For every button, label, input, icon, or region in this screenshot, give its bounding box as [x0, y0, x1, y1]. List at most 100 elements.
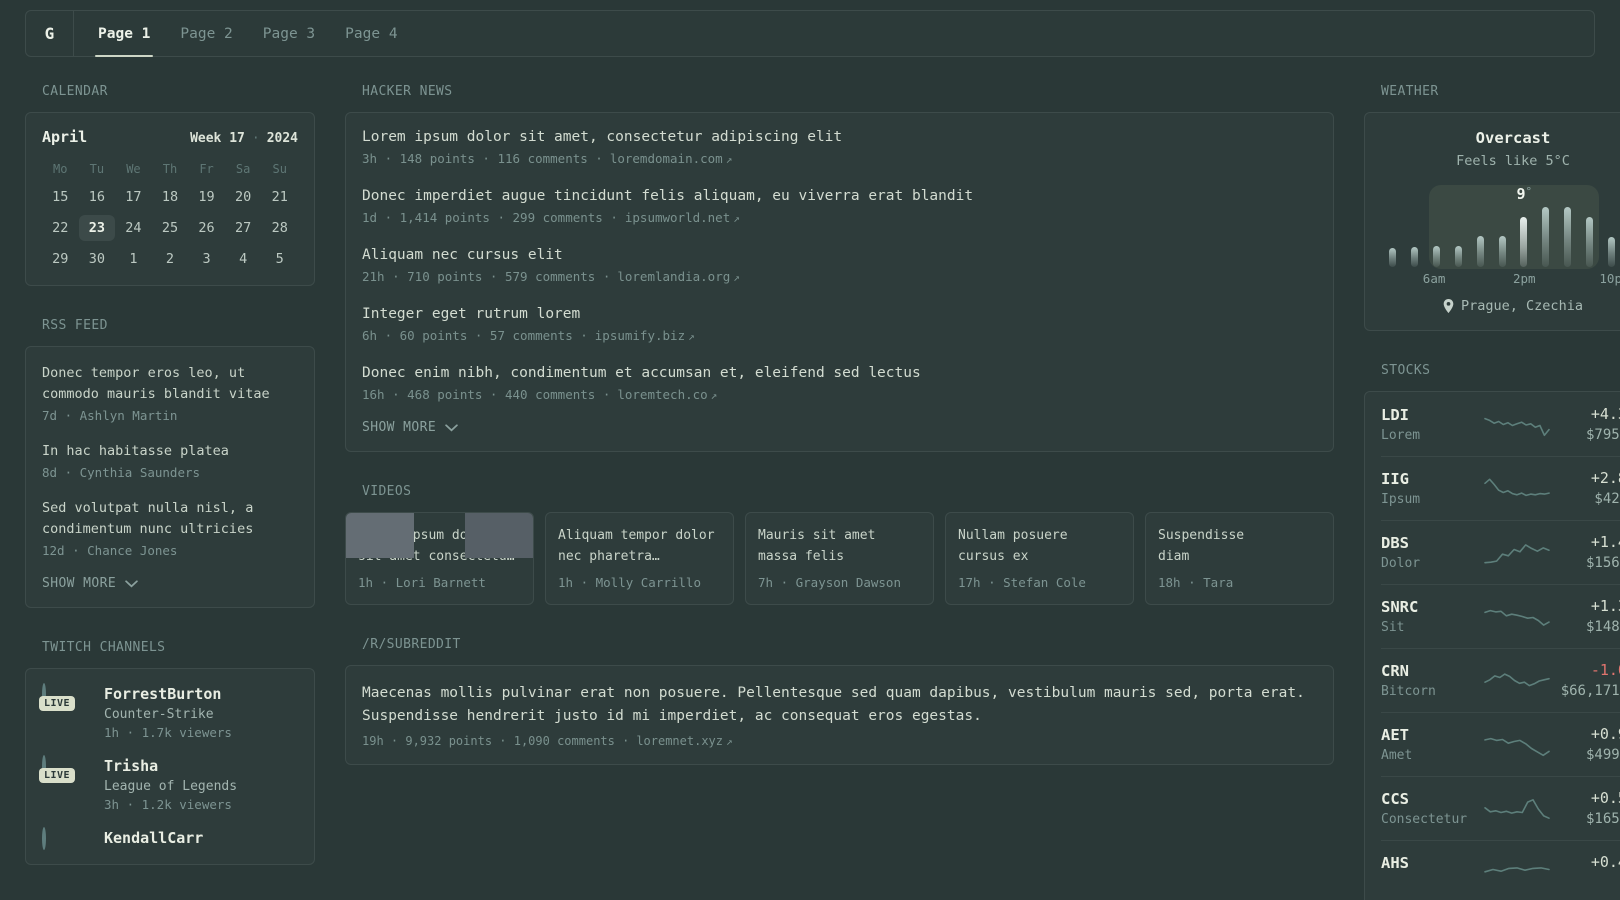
video-title[interactable]: Aliquam tempor dolor nec pharetra… [558, 525, 721, 567]
hn-item-domain: loremtech.co [617, 387, 708, 402]
hn-show-more-button[interactable]: SHOW MORE [362, 420, 458, 435]
calendar-year: 2024 [266, 131, 298, 146]
hn-item-domain-link[interactable]: loremlandia.org ↗ [617, 269, 740, 284]
calendar-day[interactable]: 17 [115, 184, 152, 210]
twitch-channel-name[interactable]: ForrestBurton [104, 685, 232, 703]
stock-row[interactable]: DBS Dolor +1.42% $156.28 [1381, 520, 1620, 584]
reddit-post-title[interactable]: Maecenas mollis pulvinar erat non posuer… [362, 682, 1317, 728]
hn-item-title[interactable]: Lorem ipsum dolor sit amet, consectetur … [362, 129, 1317, 145]
stock-change: +0.51% [1590, 789, 1620, 807]
hn-item-domain-link[interactable]: ipsumworld.net ↗ [625, 210, 740, 225]
twitch-channel-name[interactable]: KendallCarr [104, 829, 203, 847]
calendar-day[interactable]: 24 [115, 215, 152, 241]
stock-id: CCS Consectetur [1381, 790, 1485, 829]
weather-bar [1454, 246, 1462, 267]
calendar-day[interactable]: 20 [225, 184, 262, 210]
rss-item-title[interactable]: Sed volutpat nulla nisl, a condimentum n… [42, 498, 298, 540]
external-link-icon: ↗ [688, 330, 695, 343]
stock-symbol[interactable]: CCS [1381, 790, 1485, 808]
current-temp-value: 9 [1516, 185, 1526, 203]
app-logo[interactable]: G [26, 11, 74, 56]
twitch-channel-info: KendallCarr [104, 829, 203, 847]
hn-item-title[interactable]: Integer eget rutrum lorem [362, 306, 1317, 322]
hn-item-domain-link[interactable]: ipsumify.biz ↗ [595, 328, 695, 343]
stock-name: Sit [1381, 619, 1405, 635]
calendar-day[interactable]: 5 [261, 246, 298, 272]
video-title[interactable]: Mauris sit amet massa felis [758, 525, 921, 567]
current-temp-label: 9° [1516, 185, 1532, 203]
calendar-day[interactable]: 29 [42, 246, 79, 272]
rss-item-title[interactable]: Donec tempor eros leo, ut commodo mauris… [42, 363, 298, 405]
stock-symbol[interactable]: IIG [1381, 470, 1485, 488]
twitch-channel-meta: 3h · 1.2k viewers [104, 797, 232, 812]
calendar-day[interactable]: 27 [225, 215, 262, 241]
stock-id: IIG Ipsum [1381, 470, 1485, 509]
hn-item-title[interactable]: Aliquam nec cursus elit [362, 247, 1317, 263]
stock-row[interactable]: IIG Ipsum +2.84% $42.04 [1381, 456, 1620, 520]
stock-price: $148.64 [1585, 619, 1620, 635]
rss-item-title[interactable]: In hac habitasse platea [42, 441, 298, 462]
rss-show-more-button[interactable]: SHOW MORE [42, 576, 138, 591]
stock-sparkline [1484, 737, 1550, 757]
hn-item-domain: ipsumify.biz [594, 328, 686, 343]
dashboard-page: G Page 1 Page 2 Page 3 Page 4 CALENDAR A… [0, 0, 1620, 900]
twitch-channel-name[interactable]: Trisha [104, 757, 237, 775]
tab-page-2[interactable]: Page 2 [177, 11, 235, 56]
calendar-day[interactable]: 15 [42, 184, 79, 210]
stock-sparkline [1484, 478, 1550, 497]
calendar-day-selected[interactable]: 23 [78, 215, 116, 241]
stock-row[interactable]: AHS +0.46% [1381, 840, 1620, 900]
video-title[interactable]: Suspendisse diam [1158, 525, 1250, 567]
stock-row[interactable]: CCS Consectetur +0.51% $165.84 [1381, 776, 1620, 840]
tab-page-4[interactable]: Page 4 [342, 11, 400, 56]
tab-page-1[interactable]: Page 1 [95, 11, 154, 57]
show-more-label: SHOW MORE [362, 420, 437, 435]
calendar-day[interactable]: 16 [79, 184, 116, 210]
stock-change: +1.42% [1590, 533, 1620, 551]
reddit-post-meta: 19h · 9,932 points · 1,090 comments · lor… [362, 734, 1317, 748]
stock-symbol[interactable]: DBS [1381, 534, 1485, 552]
calendar-day[interactable]: 19 [188, 184, 225, 210]
stock-row[interactable]: SNRC Sit +1.36% $148.64 [1381, 584, 1620, 648]
stock-symbol[interactable]: AHS [1381, 854, 1485, 872]
stock-row[interactable]: CRN Bitcorn -1.00% $66,171.48 [1381, 648, 1620, 712]
section-title-twitch: TWITCH CHANNELS [42, 640, 166, 655]
section-title-subreddit: /R/SUBREDDIT [362, 637, 461, 652]
weather-bar [1432, 246, 1440, 267]
calendar-day[interactable]: 4 [225, 246, 262, 272]
external-link-icon: ↗ [733, 212, 740, 225]
stocks-widget: STOCKS LDI Lorem +4.35% $795.18 [1364, 363, 1620, 900]
calendar-day[interactable]: 22 [42, 215, 79, 241]
stock-row[interactable]: LDI Lorem +4.35% $795.18 [1381, 393, 1620, 456]
stock-symbol[interactable]: AET [1381, 726, 1485, 744]
tab-page-3[interactable]: Page 3 [260, 11, 318, 56]
stock-symbol[interactable]: CRN [1381, 662, 1485, 680]
hn-item-domain-link[interactable]: loremdomain.com ↗ [610, 151, 733, 166]
calendar-day[interactable]: 3 [188, 246, 225, 272]
stock-symbol[interactable]: SNRC [1381, 598, 1485, 616]
stock-symbol[interactable]: LDI [1381, 406, 1485, 424]
stock-id: LDI Lorem [1381, 406, 1485, 445]
stock-id: AHS [1381, 854, 1485, 893]
calendar-day[interactable]: 2 [152, 246, 189, 272]
videos-widget: VIDEOS Lorem ipsum dolor sit amet consec… [345, 484, 1334, 605]
hn-item-title[interactable]: Donec imperdiet augue tincidunt felis al… [362, 188, 1317, 204]
calendar-day[interactable]: 30 [79, 246, 116, 272]
reddit-post-domain-link[interactable]: loremnet.xyz ↗ [636, 734, 732, 748]
calendar-day[interactable]: 18 [152, 184, 189, 210]
calendar-day[interactable]: 1 [115, 246, 152, 272]
stock-figures: +1.36% $148.64 [1549, 597, 1620, 637]
calendar-day[interactable]: 25 [152, 215, 189, 241]
calendar-day[interactable]: 26 [188, 215, 225, 241]
hn-item-domain-link[interactable]: loremtech.co ↗ [617, 387, 717, 402]
twitch-channel-meta: 1h · 1.7k viewers [104, 725, 232, 740]
calendar-day[interactable]: 21 [261, 184, 298, 210]
hn-item-title[interactable]: Donec enim nibh, condimentum et accumsan… [362, 365, 1317, 381]
stock-figures: +2.84% $42.04 [1549, 469, 1620, 509]
calendar-day[interactable]: 28 [261, 215, 298, 241]
avatar[interactable] [42, 827, 46, 850]
stock-figures: -1.00% $66,171.48 [1549, 661, 1620, 701]
stock-row[interactable]: AET Amet +0.92% $499.72 [1381, 712, 1620, 776]
video-title[interactable]: Nullam posuere cursus ex [958, 525, 1121, 567]
videos-carousel[interactable]: Lorem ipsum dolor sit amet consectetu… 1… [345, 512, 1334, 605]
